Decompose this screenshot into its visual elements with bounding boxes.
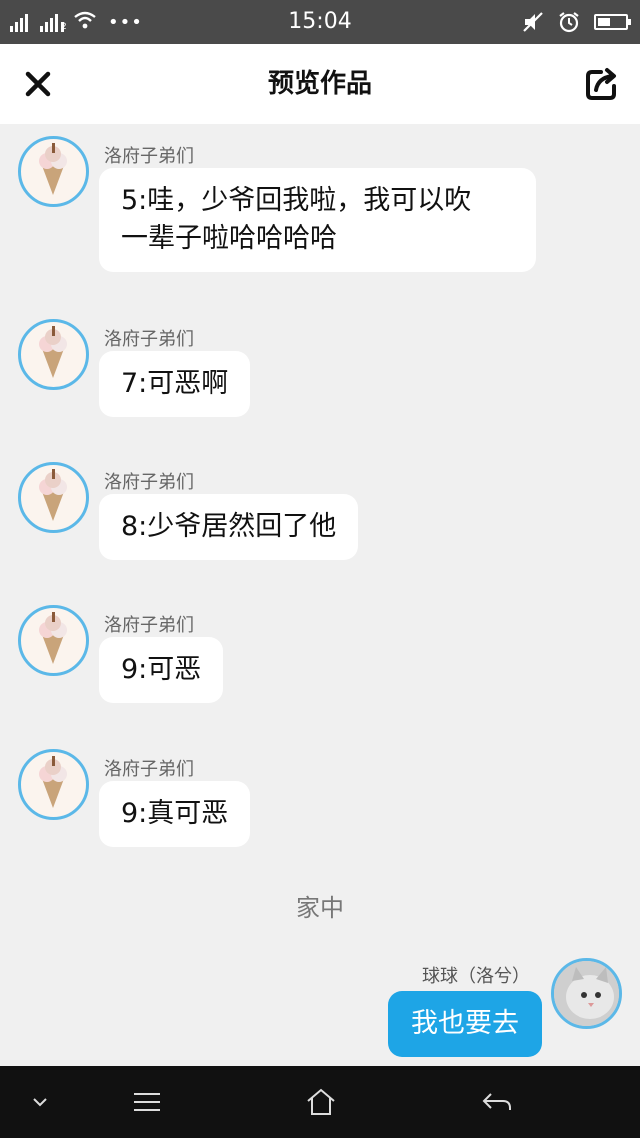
sender-name: 洛府子弟们 <box>104 472 194 493</box>
avatar[interactable] <box>18 749 89 820</box>
page-title: 预览作品 <box>267 69 372 99</box>
ice-cream-avatar-icon <box>39 143 67 195</box>
message-bubble[interactable]: 9:可恶 <box>99 637 224 703</box>
avatar[interactable] <box>18 462 89 533</box>
share-button[interactable] <box>582 64 622 104</box>
ice-cream-avatar-icon <box>39 326 67 378</box>
menu-icon <box>134 1093 160 1111</box>
close-button[interactable] <box>18 64 58 104</box>
status-right <box>522 0 631 44</box>
navigation-bar <box>0 1066 640 1138</box>
back-icon <box>482 1093 511 1110</box>
message-bubble[interactable]: 5:哇，少爷回我啦，我可以吹 一辈子啦哈哈哈哈 <box>99 168 536 272</box>
avatar[interactable] <box>18 605 89 676</box>
sender-name: 洛府子弟们 <box>104 329 194 350</box>
status-bar: 2 ••• 15:04 <box>0 0 640 44</box>
sender-name: 洛府子弟们 <box>104 146 194 167</box>
message-bubble[interactable]: 7:可恶啊 <box>99 351 251 417</box>
close-icon <box>25 71 51 97</box>
nav-menu-button[interactable] <box>122 1066 172 1138</box>
more-notifications-icon: ••• <box>108 11 143 33</box>
message-bubble[interactable]: 9:真可恶 <box>99 781 251 847</box>
nav-home-button[interactable] <box>296 1066 346 1138</box>
wifi-icon <box>74 11 96 34</box>
nav-collapse-button[interactable] <box>20 1066 60 1138</box>
my-avatar[interactable] <box>551 958 622 1029</box>
avatar[interactable] <box>18 136 89 207</box>
signal-icon-2: 2 <box>40 12 67 32</box>
ice-cream-avatar-icon <box>39 469 67 521</box>
chevron-down-icon <box>33 1098 47 1107</box>
ice-cream-avatar-icon <box>39 756 67 808</box>
nav-back-button[interactable] <box>472 1066 522 1138</box>
sender-name: 洛府子弟们 <box>104 615 194 636</box>
cat-avatar-icon <box>554 961 619 1026</box>
ice-cream-avatar-icon <box>39 612 67 664</box>
message-text-line: 一辈子啦哈哈哈哈 <box>121 223 337 254</box>
signal-icon <box>10 12 28 32</box>
battery-icon <box>594 14 631 30</box>
my-message-bubble[interactable]: 我也要去 <box>388 991 542 1057</box>
share-icon <box>586 68 616 100</box>
home-icon <box>307 1088 335 1115</box>
my-sender-name: 球球（洛兮） <box>422 966 530 987</box>
mute-icon <box>523 12 543 32</box>
header: 预览作品 <box>0 44 640 124</box>
message-text-line: 5:哇，少爷回我啦，我可以吹 <box>121 185 472 216</box>
avatar[interactable] <box>18 319 89 390</box>
location-label: 家中 <box>296 894 344 922</box>
message-bubble[interactable]: 8:少爷居然回了他 <box>99 494 359 560</box>
status-left: 2 ••• <box>10 0 143 44</box>
sim-label: 2 <box>61 22 67 32</box>
sender-name: 洛府子弟们 <box>104 759 194 780</box>
alarm-icon <box>559 12 579 33</box>
